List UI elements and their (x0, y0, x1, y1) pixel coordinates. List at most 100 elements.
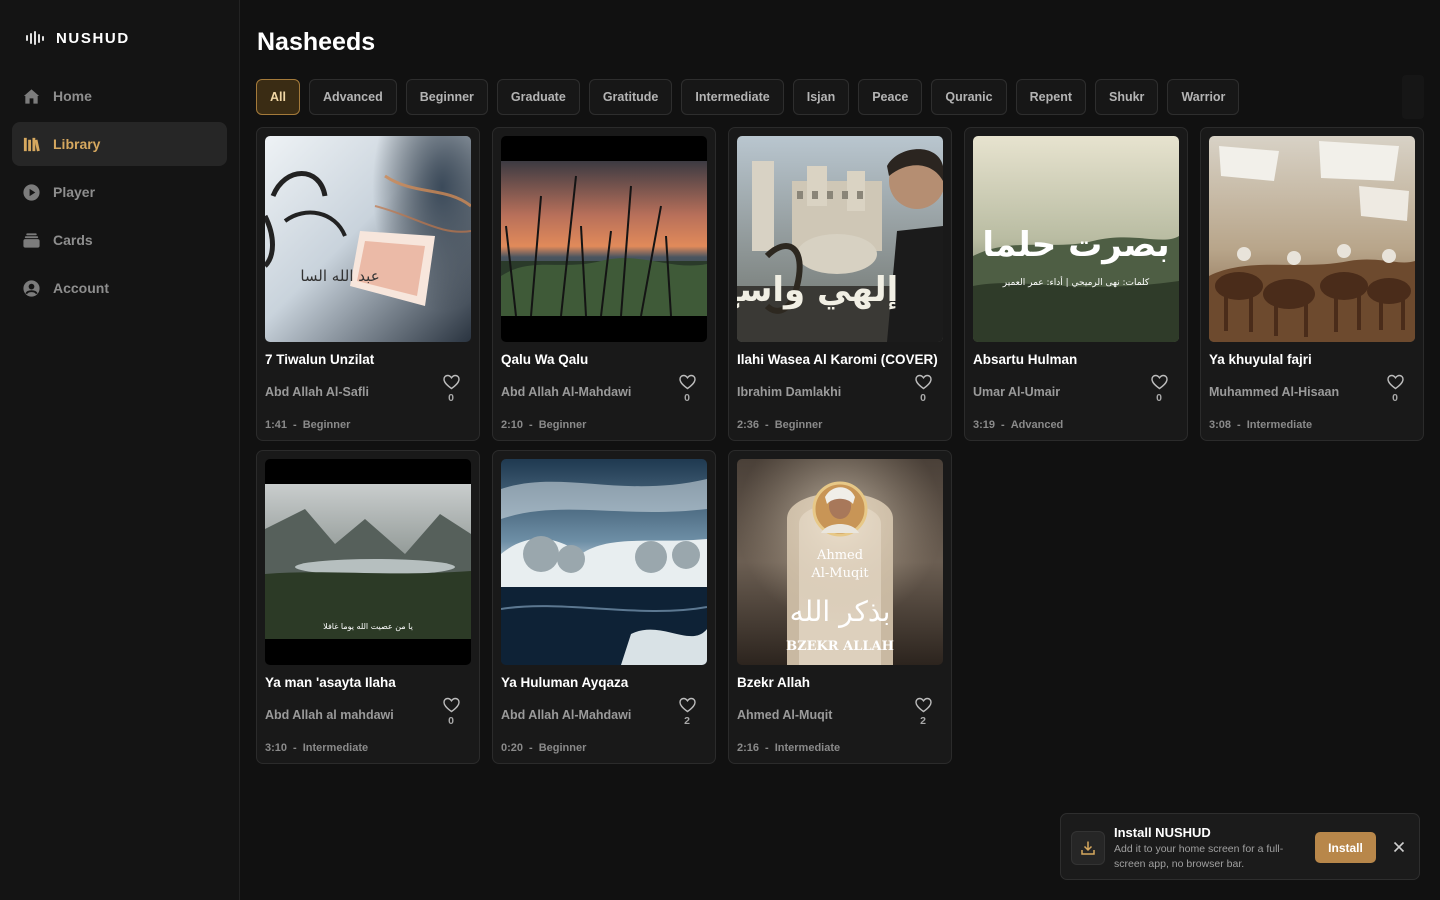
card-title[interactable]: Bzekr Allah (737, 675, 945, 690)
like-button[interactable]: 0 (1149, 374, 1169, 404)
filter-chip-gratitude[interactable]: Gratitude (588, 79, 673, 115)
account-icon (21, 278, 41, 298)
like-button[interactable]: 0 (441, 374, 461, 404)
meta-separator: - (529, 742, 533, 754)
card-title[interactable]: Absartu Hulman (973, 352, 1181, 367)
filter-chip-quranic[interactable]: Quranic (931, 79, 1007, 115)
close-icon[interactable] (1390, 838, 1408, 856)
heart-icon (678, 374, 696, 390)
card-artist[interactable]: Umar Al-Umair (973, 385, 1133, 399)
cover-text: بصرت حلما (982, 225, 1169, 265)
like-button[interactable]: 0 (441, 697, 461, 727)
filter-chip-all[interactable]: All (256, 79, 300, 115)
heart-icon (678, 697, 696, 713)
cover-arabic-title: بذكر الله (790, 595, 891, 628)
level: Advanced (1010, 419, 1064, 431)
card-title[interactable]: 7 Tiwalun Unzilat (265, 352, 473, 367)
meta-separator: - (765, 742, 769, 754)
filter-scroll-arrow[interactable] (1402, 75, 1424, 119)
meta-separator: - (293, 419, 297, 431)
sidebar-item-home[interactable]: Home (12, 74, 227, 118)
duration: 2:16 (737, 742, 760, 754)
cover-art: بصرت حلما كلمات: نهى الرميحي | أداء: عمر… (973, 136, 1179, 342)
heart-icon (1386, 374, 1404, 390)
nasheed-card[interactable]: Ya khuyulal fajri Muhammed Al-Hisaan 0 3… (1200, 127, 1424, 441)
nasheed-card[interactable]: يا من عصيت الله يوما غافلا Ya man 'asayt… (256, 450, 480, 764)
like-button[interactable]: 0 (913, 374, 933, 404)
sidebar-item-label: Cards (53, 232, 93, 248)
home-icon (21, 86, 41, 106)
nasheed-card[interactable]: Ahmed Al-Muqit بذكر الله BZEKR ALLAH Bze… (728, 450, 952, 764)
filter-chip-intermediate[interactable]: Intermediate (681, 79, 784, 115)
logo-icon (26, 31, 44, 45)
like-count: 2 (920, 715, 926, 727)
card-title[interactable]: Ya man 'asayta Ilaha (265, 675, 473, 690)
filter-chip-peace[interactable]: Peace (858, 79, 923, 115)
sidebar-item-label: Account (53, 280, 109, 296)
install-button[interactable]: Install (1315, 832, 1376, 863)
play-icon (21, 182, 41, 202)
sidebar-item-cards[interactable]: Cards (12, 218, 227, 262)
card-title[interactable]: Ilahi Wasea Al Karomi (COVER) (737, 352, 945, 367)
sidebar-item-account[interactable]: Account (12, 266, 227, 310)
filter-chip-graduate[interactable]: Graduate (496, 79, 580, 115)
nasheed-card[interactable]: Ya Huluman Ayqaza Abd Allah Al-Mahdawi 2… (492, 450, 716, 764)
sidebar: NUSHUD Home Library Player Cards Account (0, 0, 240, 900)
card-artist[interactable]: Abd Allah al mahdawi (265, 708, 425, 722)
download-icon (1071, 831, 1105, 865)
cover-art (501, 136, 707, 342)
like-button[interactable]: 2 (677, 697, 697, 727)
card-title[interactable]: Qalu Wa Qalu (501, 352, 709, 367)
card-artist[interactable]: Abd Allah Al-Mahdawi (501, 385, 661, 399)
like-count: 0 (920, 392, 926, 404)
nasheed-card[interactable]: عبد الله السا 7 Tiwalun Unzilat Abd Alla… (256, 127, 480, 441)
like-button[interactable]: 0 (677, 374, 697, 404)
filter-chip-isjan[interactable]: Isjan (792, 79, 850, 115)
sidebar-item-label: Player (53, 184, 96, 200)
cover-text: عبد الله السا (300, 267, 379, 285)
card-meta: 1:41 - Beginner (265, 419, 350, 431)
card-artist[interactable]: Abd Allah Al-Mahdawi (501, 708, 661, 722)
card-artist[interactable]: Muhammed Al-Hisaan (1209, 385, 1369, 399)
nasheed-card[interactable]: بصرت حلما كلمات: نهى الرميحي | أداء: عمر… (964, 127, 1188, 441)
card-artist[interactable]: Abd Allah Al-Safli (265, 385, 425, 399)
card-meta: 3:19 - Advanced (973, 419, 1063, 431)
card-meta: 2:36 - Beginner (737, 419, 822, 431)
card-artist[interactable]: Ahmed Al-Muqit (737, 708, 897, 722)
like-button[interactable]: 2 (913, 697, 933, 727)
brand[interactable]: NUSHUD (26, 28, 130, 48)
duration: 3:19 (973, 419, 996, 431)
duration: 2:36 (737, 419, 760, 431)
sidebar-nav: Home Library Player Cards Account (12, 74, 227, 314)
sidebar-item-label: Home (53, 88, 92, 104)
sidebar-item-player[interactable]: Player (12, 170, 227, 214)
sidebar-item-label: Library (53, 136, 101, 152)
level: Beginner (538, 419, 587, 431)
filter-chip-warrior[interactable]: Warrior (1167, 79, 1240, 115)
meta-separator: - (293, 742, 297, 754)
brand-name: NUSHUD (56, 29, 130, 47)
like-count: 2 (684, 715, 690, 727)
nasheed-card[interactable]: إلهي واسع Ilahi Wasea Al Karomi (COVER) … (728, 127, 952, 441)
like-button[interactable]: 0 (1385, 374, 1405, 404)
heart-icon (442, 374, 460, 390)
card-artist[interactable]: Ibrahim Damlakhi (737, 385, 897, 399)
heart-icon (914, 697, 932, 713)
filter-chip-advanced[interactable]: Advanced (308, 79, 397, 115)
cover-art: إلهي واسع (737, 136, 943, 342)
card-meta: 0:20 - Beginner (501, 742, 586, 754)
level: Beginner (774, 419, 823, 431)
duration: 0:20 (501, 742, 524, 754)
filter-chip-repent[interactable]: Repent (1015, 79, 1086, 115)
nasheed-card[interactable]: Qalu Wa Qalu Abd Allah Al-Mahdawi 0 2:10… (492, 127, 716, 441)
nasheed-grid: عبد الله السا 7 Tiwalun Unzilat Abd Alla… (256, 127, 1424, 764)
cover-art: Ahmed Al-Muqit بذكر الله BZEKR ALLAH (737, 459, 943, 665)
sidebar-item-library[interactable]: Library (12, 122, 227, 166)
card-title[interactable]: Ya Huluman Ayqaza (501, 675, 709, 690)
card-title[interactable]: Ya khuyulal fajri (1209, 352, 1417, 367)
filter-chip-shukr[interactable]: Shukr (1095, 79, 1159, 115)
cover-subtext: كلمات: نهى الرميحي | أداء: عمر العمير (1002, 276, 1150, 288)
filter-chip-beginner[interactable]: Beginner (405, 79, 488, 115)
filter-chips: All Advanced Beginner Graduate Gratitude… (256, 79, 1400, 115)
page-title: Nasheeds (257, 28, 376, 56)
